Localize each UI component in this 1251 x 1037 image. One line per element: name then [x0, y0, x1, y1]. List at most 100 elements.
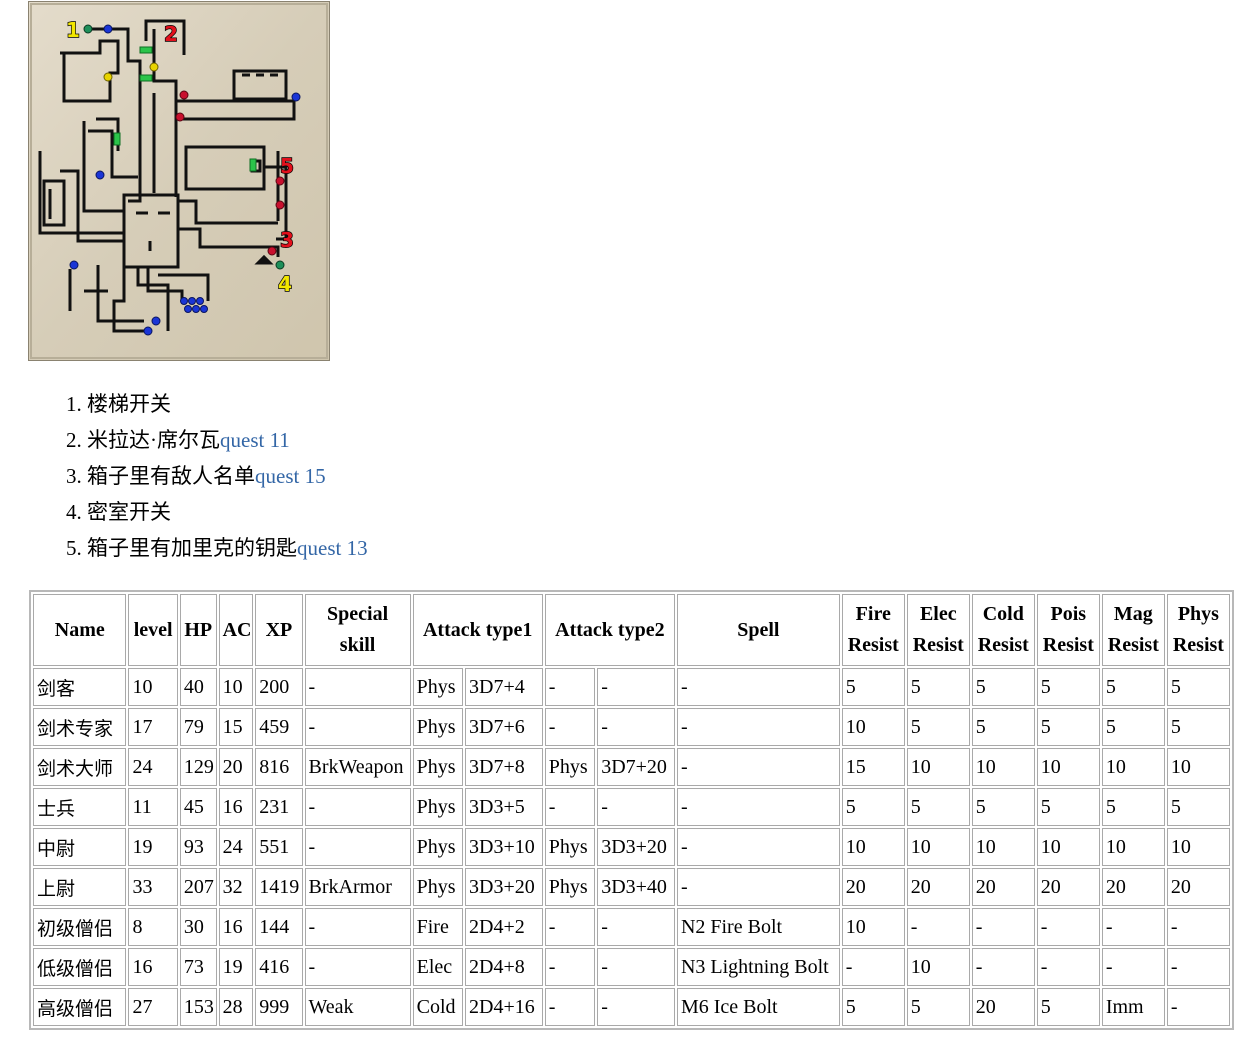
table-cell: Phys	[544, 868, 596, 906]
table-cell: -	[1036, 948, 1100, 986]
map-marker-2: 2	[164, 22, 178, 46]
table-cell: -	[304, 948, 411, 986]
table-cell: 2D4+16	[465, 988, 543, 1026]
col-header-hp: HP	[179, 594, 217, 666]
legend-item-2: 2. 米拉达·席尔瓦quest 11	[66, 428, 290, 452]
map-marker-5: 5	[280, 154, 294, 178]
legend-item-4: 4. 密室开关	[66, 500, 171, 524]
table-cell: -	[676, 788, 840, 826]
table-cell: 5	[971, 708, 1035, 746]
table-cell: 10	[1036, 748, 1100, 786]
table-cell: 551	[255, 828, 303, 866]
table-cell: N2 Fire Bolt	[676, 908, 840, 946]
table-row: 士兵 11 45 16 231- Phys 3D3+5- - -5 5 5 5 5 5	[33, 788, 1230, 826]
col-header-pois-resist: Pois Resist	[1036, 594, 1100, 666]
table-cell: -	[1166, 988, 1230, 1026]
table-row: 中尉 19 93 24 551- Phys 3D3+10 Phys 3D3+20-10 10 10 1…	[33, 828, 1230, 866]
table-cell: 3D7+8	[465, 748, 543, 786]
table-cell: 24	[128, 748, 178, 786]
table-cell: 40	[179, 668, 217, 706]
table-cell: 10	[841, 708, 905, 746]
table-row: 高级僧侣 27 153 28 999 Weak Cold 2D4+16- - M6 Ice Bol…	[33, 988, 1230, 1026]
legend-text: 密室开关	[87, 500, 171, 524]
table-cell: 20	[1036, 868, 1100, 906]
table-cell: 999	[255, 988, 303, 1026]
table-cell: 8	[128, 908, 178, 946]
map-marker-3: 3	[280, 228, 294, 252]
table-cell: 5	[906, 708, 970, 746]
table-body: 剑客 10 40 10 200- Phys 3D7+4- - -5 5 5 5 5 5 剑术专家 17 79 15…	[33, 668, 1230, 1026]
legend-item-5: 5. 箱子里有加里克的钥匙quest 13	[66, 536, 368, 560]
table-cell: 10	[841, 908, 905, 946]
col-header-xp: XP	[255, 594, 303, 666]
table-cell: 5	[1166, 708, 1230, 746]
table-cell: -	[544, 948, 596, 986]
table-cell: 20	[1101, 868, 1165, 906]
table-cell: 5	[1166, 788, 1230, 826]
table-cell: Phys	[412, 748, 464, 786]
monster-table-wrap: Name level HP AC XP Special skill Attack…	[29, 590, 1234, 1030]
quest-link[interactable]: quest 13	[297, 536, 368, 560]
table-cell: 5	[1036, 668, 1100, 706]
table-cell: -	[676, 748, 840, 786]
quest-link[interactable]: quest 11	[220, 428, 290, 452]
table-cell: -	[1036, 908, 1100, 946]
table-cell: 10	[1101, 748, 1165, 786]
table-cell: 11	[128, 788, 178, 826]
table-cell: 3D3+20	[597, 828, 675, 866]
col-header-spell: Spell	[676, 594, 840, 666]
col-header-attack-type2: Attack type2	[544, 594, 675, 666]
table-cell: 231	[255, 788, 303, 826]
table-cell: 20	[906, 868, 970, 906]
table-cell: BrkWeapon	[304, 748, 411, 786]
table-cell: 10	[1166, 748, 1230, 786]
table-cell: 士兵	[33, 788, 127, 826]
table-cell: -	[906, 908, 970, 946]
table-cell: 17	[128, 708, 178, 746]
table-cell: 低级僧侣	[33, 948, 127, 986]
col-header-elec-resist: Elec Resist	[906, 594, 970, 666]
table-cell: 144	[255, 908, 303, 946]
table-cell: 207	[179, 868, 217, 906]
table-cell: Phys	[412, 828, 464, 866]
col-header-cold-resist: Cold Resist	[971, 594, 1035, 666]
col-header-fire-resist: Fire Resist	[841, 594, 905, 666]
table-cell: 3D3+5	[465, 788, 543, 826]
table-cell: 3D7+6	[465, 708, 543, 746]
table-cell: 10	[218, 668, 254, 706]
table-cell: -	[1166, 908, 1230, 946]
table-cell: 剑客	[33, 668, 127, 706]
quest-link[interactable]: quest 15	[255, 464, 326, 488]
table-cell: 剑术大师	[33, 748, 127, 786]
table-cell: Imm	[1101, 988, 1165, 1026]
table-cell: 10	[906, 948, 970, 986]
table-cell: -	[304, 828, 411, 866]
table-cell: 20	[841, 868, 905, 906]
table-cell: -	[597, 668, 675, 706]
table-cell: 中尉	[33, 828, 127, 866]
dungeon-map: 1 2 3 4 5	[28, 1, 330, 361]
table-cell: 3D3+20	[465, 868, 543, 906]
table-cell: -	[597, 788, 675, 826]
table-cell: -	[676, 708, 840, 746]
table-cell: -	[676, 868, 840, 906]
table-row: 上尉 33 207 32 1419 BrkArmor Phys 3D3+20 Phys 3D3+4…	[33, 868, 1230, 906]
table-cell: -	[544, 988, 596, 1026]
table-cell: 27	[128, 988, 178, 1026]
table-cell: 剑术专家	[33, 708, 127, 746]
table-cell: 3D7+20	[597, 748, 675, 786]
table-cell: -	[304, 708, 411, 746]
table-cell: -	[304, 668, 411, 706]
table-cell: 129	[179, 748, 217, 786]
table-cell: 5	[841, 988, 905, 1026]
table-cell: 高级僧侣	[33, 988, 127, 1026]
table-cell: 10	[128, 668, 178, 706]
table-cell: BrkArmor	[304, 868, 411, 906]
table-cell: Phys	[412, 708, 464, 746]
table-cell: -	[597, 908, 675, 946]
table-cell: 16	[218, 788, 254, 826]
table-cell: Phys	[412, 668, 464, 706]
table-cell: 5	[1036, 788, 1100, 826]
table-cell: Phys	[544, 828, 596, 866]
table-cell: -	[676, 668, 840, 706]
